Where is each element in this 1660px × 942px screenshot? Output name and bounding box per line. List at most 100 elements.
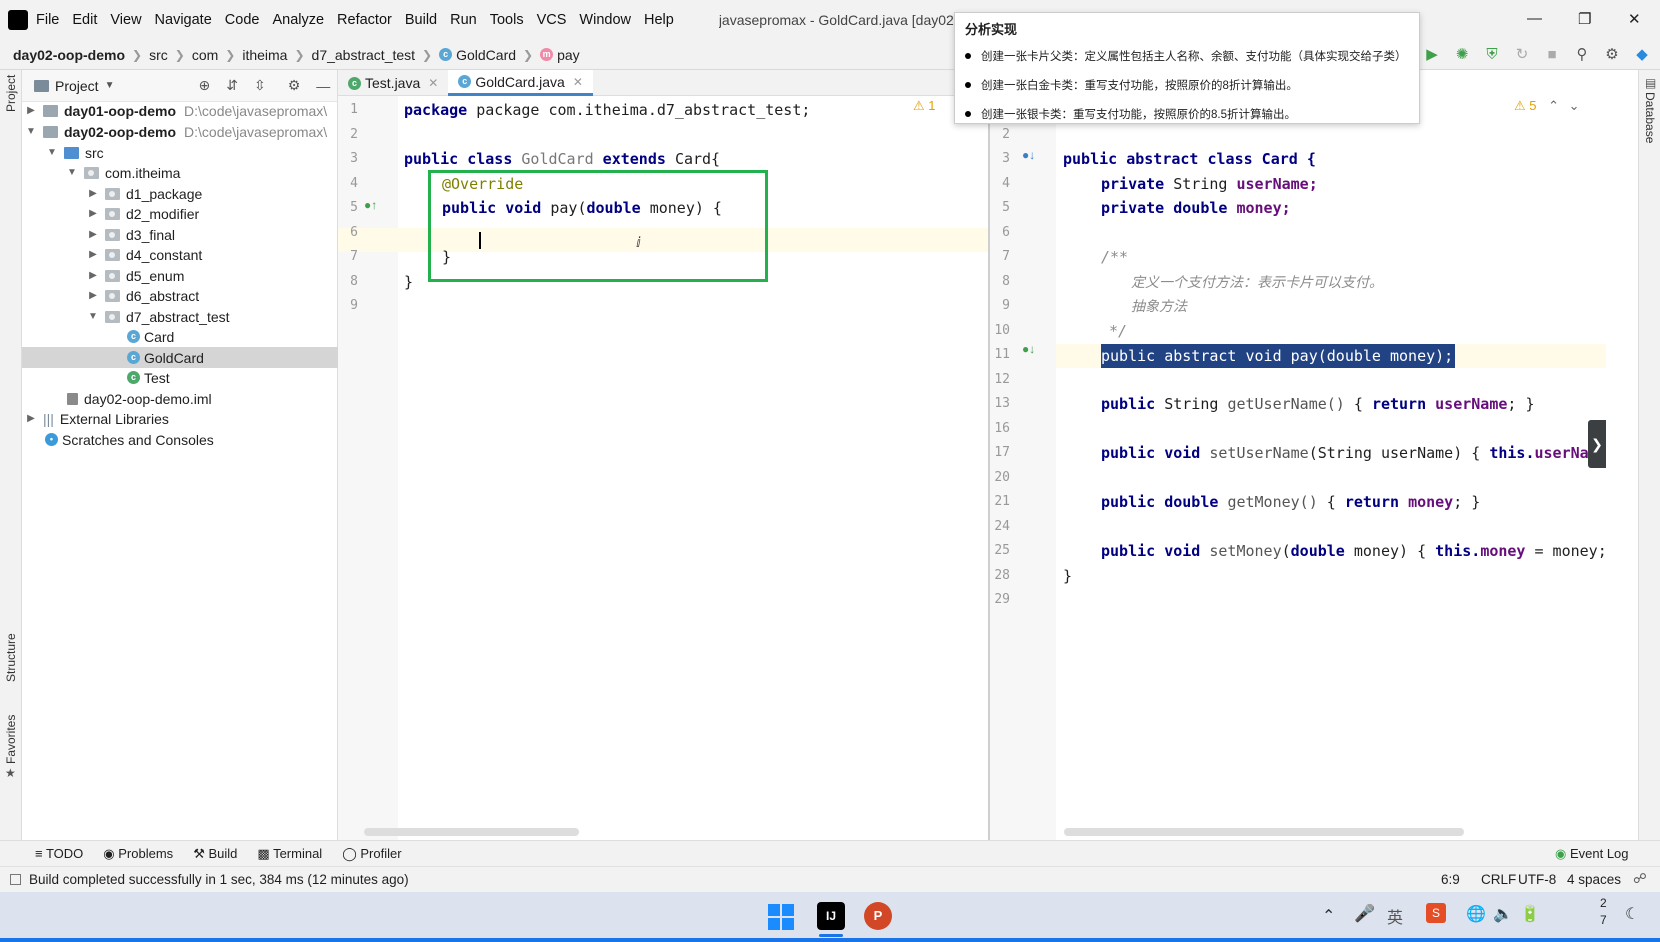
tree-item-src[interactable]: ▼ src [22,142,338,163]
todo-tab[interactable]: ≡ TODO [35,846,83,861]
chevron-right-icon[interactable]: ▶ [87,249,99,260]
menu-tools[interactable]: Tools [490,12,524,28]
run-icon[interactable]: ▶ [1424,47,1440,63]
clock-text[interactable]: 7 [1600,913,1607,927]
terminal-tab[interactable]: ▩ Terminal [257,846,322,862]
tree-item-d7[interactable]: ▼ d7_abstract_test [22,306,338,327]
chevron-up-icon[interactable]: ⌃ [1322,906,1335,926]
chevron-down-icon[interactable]: ▼ [87,311,99,322]
indent-setting[interactable]: 4 spaces [1567,872,1621,887]
chevron-right-icon[interactable]: ▶ [87,188,99,199]
tree-item-scratches[interactable]: • Scratches and Consoles [22,429,338,450]
crumb-project[interactable]: day02-oop-demo [13,47,125,63]
warning-indicator[interactable]: ⚠ 5 ⌃ ⌄ [1514,98,1580,114]
code-line-7[interactable]: /** [1101,245,1128,269]
tree-item-d5[interactable]: ▶ d5_enum [22,265,338,286]
app-tray-icon[interactable]: S [1426,903,1446,923]
crumb-method[interactable]: m pay [540,47,580,63]
chevron-down-icon[interactable]: ▼ [105,80,115,91]
menu-navigate[interactable]: Navigate [155,12,212,28]
database-side-tab[interactable]: Database [1643,92,1657,143]
globe-icon[interactable]: 🌐 [1466,904,1486,924]
menu-window[interactable]: Window [579,12,631,28]
chevron-down-icon[interactable]: ▼ [46,147,58,158]
crumb-class[interactable]: c GoldCard [439,47,516,63]
problems-tab[interactable]: ◉ Problems [103,846,173,862]
chevron-right-icon[interactable]: ▶ [87,208,99,219]
code-line-3[interactable]: public abstract class Card { [1063,147,1316,171]
powerpoint-taskbar-icon[interactable]: P [864,902,892,930]
code-line-3[interactable]: public class GoldCard extends Card{ [404,147,720,171]
chevron-right-icon[interactable]: ▶ [87,229,99,240]
menu-vcs[interactable]: VCS [537,12,567,28]
warning-indicator[interactable]: ⚠ 1 [913,98,936,114]
gear-icon[interactable]: ⚙ [288,77,301,94]
lock-icon[interactable]: ☍ [1633,871,1647,887]
intellij-taskbar-icon[interactable]: IJ [817,902,845,930]
crumb-src[interactable]: src [149,47,168,63]
build-tab[interactable]: ⚒ Build [193,846,237,862]
tree-item-d3[interactable]: ▶ d3_final [22,224,338,245]
menu-refactor[interactable]: Refactor [337,12,392,28]
menu-help[interactable]: Help [644,12,674,28]
chevron-right-icon[interactable]: ▶ [87,290,99,301]
horizontal-scrollbar[interactable] [1064,828,1464,836]
implemented-gutter-icon[interactable]: ●↓ [1022,342,1035,356]
hide-panel-icon[interactable]: — [316,78,330,94]
coverage-icon[interactable]: ⛨ [1484,47,1500,63]
tab-goldcard-java[interactable]: c GoldCard.java ✕ [448,70,593,96]
status-toggle-icon[interactable] [10,874,21,885]
chevron-right-icon[interactable]: ❯ [1588,420,1606,468]
code-line-17[interactable]: public void setUserName(String userName)… [1101,441,1606,465]
crumb-com[interactable]: com [192,47,218,63]
chevron-down-icon[interactable]: ▼ [25,126,37,137]
code-line-25[interactable]: public void setMoney(double money) { thi… [1101,539,1606,563]
event-log-tab[interactable]: ◉ Event Log [1555,846,1629,862]
expand-all-icon[interactable]: ⇵ [226,77,238,94]
battery-icon[interactable]: 🔋 [1520,904,1540,924]
plugin-icon[interactable]: ◆ [1634,47,1650,63]
horizontal-scrollbar[interactable] [364,828,579,836]
chevron-right-icon[interactable]: ▶ [25,105,37,116]
code-line-5[interactable]: private double money; [1101,196,1291,220]
close-tab-icon[interactable]: ✕ [428,76,438,90]
code-line-8[interactable]: 定义一个支付方法：表示卡片可以支付。 [1131,270,1383,294]
implemented-gutter-icon[interactable]: ●↓ [1022,148,1035,162]
tree-item-card[interactable]: c Card [22,326,338,347]
search-icon[interactable]: ⚲ [1574,47,1590,63]
code-line-9[interactable]: 抽象方法 [1131,294,1187,318]
cursor-position[interactable]: 6:9 [1441,872,1460,887]
code-line-13[interactable]: public String getUserName() { return use… [1101,392,1535,416]
override-gutter-icon[interactable]: ●↑ [364,198,377,212]
tree-item-test[interactable]: c Test [22,367,338,388]
microphone-icon[interactable]: 🎤 [1354,904,1375,924]
project-side-tab[interactable]: Project [4,75,18,112]
ime-icon[interactable]: 英 [1387,904,1403,928]
tab-test-java[interactable]: c Test.java ✕ [338,70,448,96]
code-line-10[interactable]: */ [1109,319,1127,343]
favorites-side-tab[interactable]: Favorites [4,715,18,764]
chevron-right-icon[interactable]: ▶ [25,413,37,424]
tree-item-d4[interactable]: ▶ d4_constant [22,244,338,265]
tree-item-day02[interactable]: ▼ day02-oop-demo D:\code\javasepromax\ [22,121,338,142]
volume-icon[interactable]: 🔈 [1493,904,1513,924]
tree-item-d6[interactable]: ▶ d6_abstract [22,285,338,306]
tree-item-d1[interactable]: ▶ d1_package [22,183,338,204]
restore-icon[interactable]: ❐ [1578,10,1591,28]
menu-code[interactable]: Code [225,12,260,28]
crumb-package[interactable]: d7_abstract_test [312,47,416,63]
clock-text[interactable]: 2 [1600,896,1607,910]
tree-item-day01[interactable]: ▶ day01-oop-demo D:\code\javasepromax\ [22,100,338,121]
locate-icon[interactable]: ⊕ [198,77,210,94]
debug-icon[interactable]: ✺ [1454,47,1470,63]
tree-item-goldcard[interactable]: c GoldCard [22,347,338,368]
close-icon[interactable]: ✕ [1628,10,1641,28]
moon-icon[interactable]: ☾ [1625,904,1639,924]
chevron-down-icon[interactable]: ▼ [66,167,78,178]
menu-view[interactable]: View [110,12,141,28]
gear-icon[interactable]: ⚙ [1604,47,1620,63]
menu-edit[interactable]: Edit [72,12,97,28]
tree-item-d2[interactable]: ▶ d2_modifier [22,203,338,224]
code-line-28[interactable]: } [1063,564,1072,588]
chevron-right-icon[interactable]: ▶ [87,270,99,281]
